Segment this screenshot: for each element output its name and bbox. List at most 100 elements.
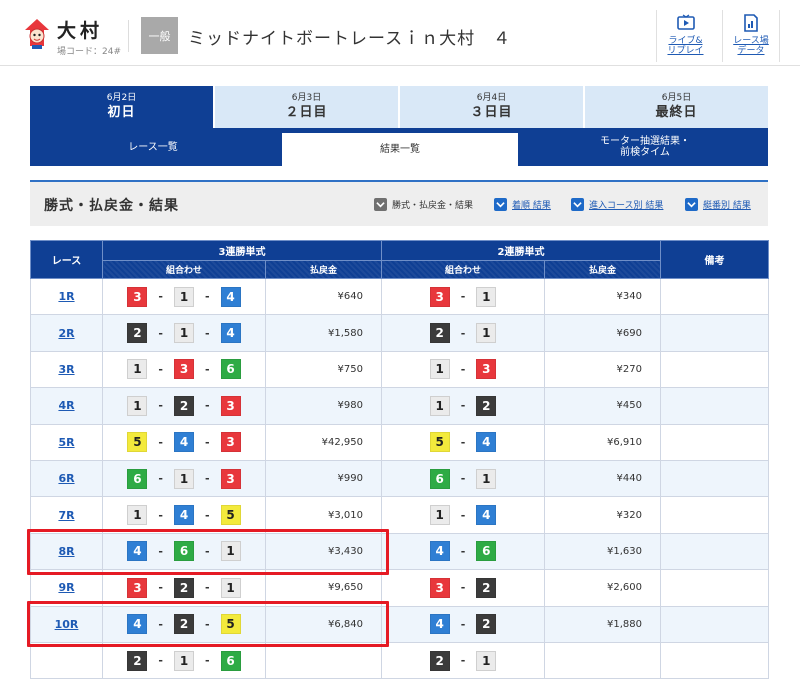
trifecta-payout: ¥1,580	[265, 314, 382, 352]
boat-number: 4	[429, 614, 450, 635]
checkbox-icon	[571, 198, 584, 211]
boat-number: 4	[429, 541, 450, 562]
boat-number: 1	[127, 395, 148, 416]
trifecta-combo-cell: 1-4-5	[102, 496, 266, 534]
boat-number: 6	[476, 541, 497, 562]
exacta-combo-cell: 2-1	[381, 314, 545, 352]
race-link[interactable]: 3R	[58, 363, 74, 376]
combo: 3-2	[429, 577, 497, 598]
boat-number: 1	[174, 650, 194, 671]
exacta-payout: ¥690	[544, 314, 661, 352]
grade-badge: 一般	[141, 17, 178, 54]
race-cell	[30, 641, 103, 679]
table-row: 3R 1-3-6 ¥750 1-3 ¥270	[30, 350, 769, 389]
day-tab-date: 6月4日	[476, 93, 507, 103]
combo: 4-6	[429, 541, 497, 562]
race-cell: 7R	[30, 496, 103, 534]
tab-race-list[interactable]: レース一覧	[30, 128, 276, 166]
combo: 1-3-6	[127, 359, 241, 380]
filter-course-entry-label: 進入コース別 結果	[589, 201, 664, 211]
note-cell	[660, 387, 769, 425]
combo-dash: -	[205, 290, 210, 304]
filter-finish-order[interactable]: 着順 結果	[494, 198, 551, 211]
boat-number: 1	[127, 505, 148, 526]
race-cell: 2R	[30, 314, 103, 352]
filter-payout[interactable]: 勝式・払戻金・結果	[374, 198, 473, 211]
exacta-payout: ¥6,910	[544, 423, 661, 461]
live-replay-button[interactable]: ライブ& リプレイ	[656, 10, 714, 62]
day-tab-1[interactable]: 6月2日 初日	[30, 86, 215, 128]
day-tab-4[interactable]: 6月5日 最終日	[585, 86, 768, 128]
combo-dash: -	[158, 472, 163, 486]
note-cell	[660, 314, 769, 352]
exacta-payout: ¥2,600	[544, 569, 661, 607]
combo-dash: -	[158, 290, 163, 304]
note-cell	[660, 277, 769, 316]
combo: 6-1	[429, 468, 497, 489]
combo-dash: -	[158, 508, 163, 522]
boat-number: 2	[174, 577, 194, 598]
combo-dash: -	[460, 399, 466, 413]
race-link[interactable]: 2R	[58, 327, 74, 340]
combo-dash: -	[460, 617, 466, 631]
note-cell	[660, 459, 769, 498]
filter-boat-number[interactable]: 艇番別 結果	[685, 198, 751, 211]
trifecta-payout: ¥980	[265, 387, 382, 425]
day-tab-3[interactable]: 6月4日 ３日目	[400, 86, 585, 128]
checkbox-checked-icon	[374, 198, 387, 211]
race-link[interactable]: 1R	[58, 290, 74, 303]
race-link[interactable]: 4R	[58, 399, 74, 412]
boat-number: 4	[476, 432, 497, 453]
filter-course-entry[interactable]: 進入コース別 結果	[571, 198, 663, 211]
trifecta-combo-cell: 6-1-3	[102, 459, 266, 498]
boat-number: 2	[127, 650, 148, 671]
boat-number: 5	[429, 432, 450, 453]
combo-dash: -	[158, 581, 163, 595]
combo: 4-2	[429, 614, 497, 635]
combo: 1-2	[429, 395, 497, 416]
combo-dash: -	[460, 435, 466, 449]
highlight-box-8r	[27, 529, 389, 575]
exacta-combo-cell: 1-2	[381, 387, 545, 425]
race-cell: 4R	[30, 387, 103, 425]
exacta-payout: ¥1,630	[544, 532, 661, 571]
race-cell: 6R	[30, 459, 103, 498]
boat-number: 4	[476, 505, 497, 526]
venue-data-label: レース場 データ	[733, 36, 769, 56]
tab-results-list[interactable]: 結果一覧	[282, 133, 518, 166]
table-row: 5R 5-4-3 ¥42,950 5-4 ¥6,910	[30, 423, 769, 461]
table-row: 2-1-62-1	[30, 641, 769, 679]
combo-dash: -	[205, 435, 210, 449]
day-tab-2[interactable]: 6月3日 ２日目	[215, 86, 400, 128]
boat-number: 1	[476, 468, 497, 489]
combo-dash: -	[158, 399, 163, 413]
combo-dash: -	[460, 290, 466, 304]
boat-number: 6	[429, 468, 450, 489]
boat-number: 3	[220, 468, 241, 489]
exacta-payout: ¥1,880	[544, 605, 661, 643]
tab-motor-draw[interactable]: モーター抽選結果・ 前検タイム	[522, 128, 768, 166]
venue-data-button[interactable]: レース場 データ	[722, 10, 780, 62]
race-link[interactable]: 7R	[58, 509, 74, 522]
trifecta-combo-cell: 5-4-3	[102, 423, 266, 461]
boat-number: 1	[220, 577, 241, 598]
combo: 3-1-4	[127, 286, 241, 307]
combo-dash: -	[460, 508, 466, 522]
combo: 1-4	[429, 505, 497, 526]
combo: 5-4	[429, 432, 497, 453]
race-link[interactable]: 6R	[58, 472, 74, 485]
tab-motor-draw-label: モーター抽選結果・ 前検タイム	[600, 136, 690, 158]
boat-number: 4	[174, 505, 194, 526]
day-tab-name: ３日目	[470, 105, 513, 120]
race-cell: 5R	[30, 423, 103, 461]
exacta-combo-cell: 4-2	[381, 605, 545, 643]
combo: 3-1	[429, 286, 497, 307]
day-tab-date: 6月2日	[106, 93, 137, 103]
combo: 5-4-3	[127, 432, 241, 453]
race-link[interactable]: 9R	[58, 581, 74, 594]
note-cell	[660, 532, 769, 571]
day-tab-name: 最終日	[655, 105, 698, 120]
race-link[interactable]: 5R	[58, 436, 74, 449]
combo: 2-1-6	[127, 650, 241, 671]
note-cell	[660, 496, 769, 534]
